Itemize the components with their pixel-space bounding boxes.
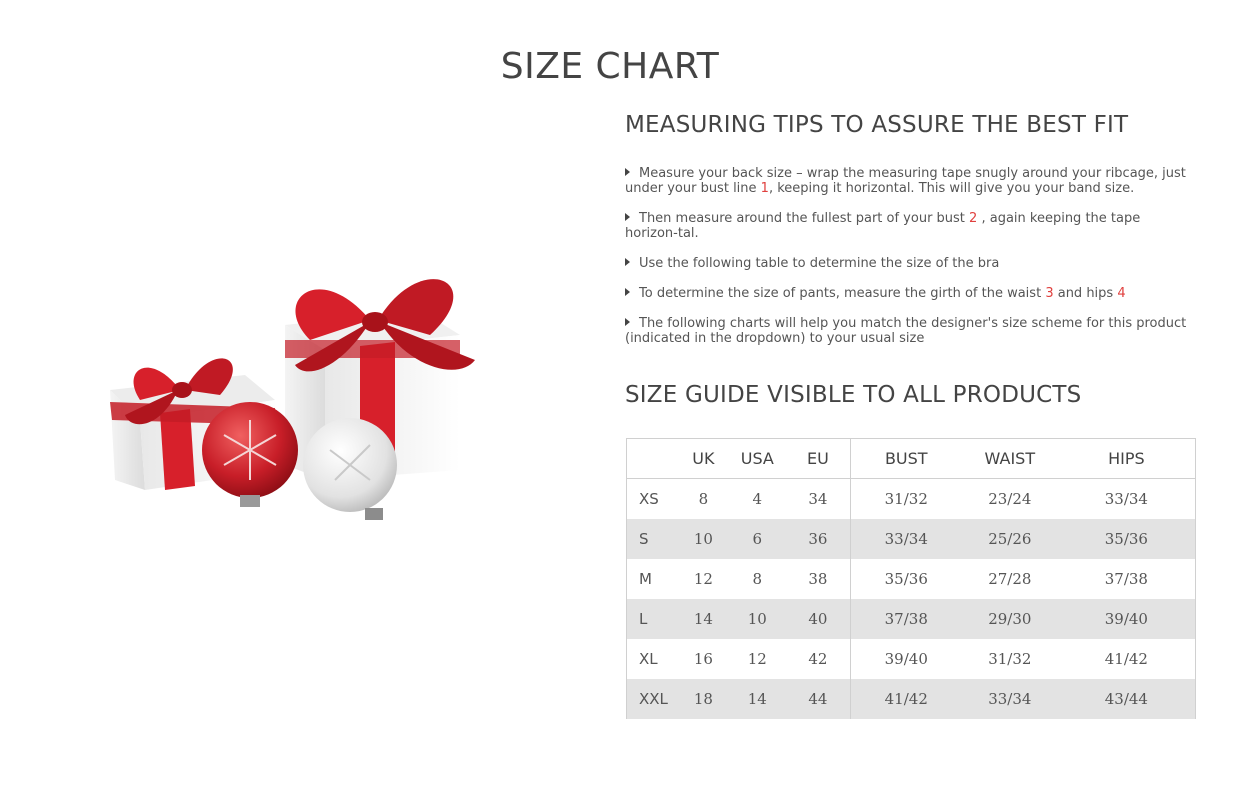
waist-cell: 23/24 xyxy=(988,490,1032,508)
bullet-arrow-icon xyxy=(625,168,630,176)
tip-item: Use the following table to determine the… xyxy=(625,256,1195,271)
usa-cell: 10 xyxy=(728,599,787,639)
size-cell: XXL xyxy=(626,679,679,719)
uk-cell: 12 xyxy=(693,570,713,588)
size-guide-heading: SIZE GUIDE VISIBLE TO ALL PRODUCTS xyxy=(625,382,1082,408)
uk-cell: 8 xyxy=(698,490,709,508)
size-info-column: MEASURING TIPS TO ASSURE THE BEST FIT Me… xyxy=(625,112,1196,719)
usa-cell: 12 xyxy=(747,650,767,668)
bullet-arrow-icon xyxy=(625,288,630,296)
tips-list: Measure your back size – wrap the measur… xyxy=(625,166,1195,346)
tip-item: To determine the size of pants, measure … xyxy=(625,286,1195,301)
uk-cell: 14 xyxy=(678,599,729,639)
bust-cell: 31/32 xyxy=(884,490,928,508)
table-row: XL 16 12 42 39/40 31/32 41/42 xyxy=(627,639,1196,679)
header-cell xyxy=(626,438,679,479)
bust-cell: 39/40 xyxy=(884,650,928,668)
uk-cell: 18 xyxy=(678,679,729,719)
bust-cell: 41/42 xyxy=(850,679,962,719)
header-cell: HIPS xyxy=(1057,438,1196,479)
size-cell: S xyxy=(626,519,679,559)
hips-cell: 43/44 xyxy=(1057,679,1196,719)
measure-number: 1 xyxy=(760,181,769,196)
uk-cell: 16 xyxy=(693,650,713,668)
bust-cell: 33/34 xyxy=(850,519,962,559)
table-row: XXL 18 14 44 41/42 33/34 43/44 xyxy=(626,679,1196,719)
hips-cell: 41/42 xyxy=(1104,650,1148,668)
size-cell: L xyxy=(626,599,679,639)
header-cell: EU xyxy=(786,438,851,479)
bust-cell: 35/36 xyxy=(884,570,928,588)
usa-cell: 4 xyxy=(752,490,763,508)
hips-cell: 39/40 xyxy=(1057,599,1196,639)
size-cell: XL xyxy=(639,650,658,668)
waist-cell: 33/34 xyxy=(961,679,1058,719)
hips-cell: 37/38 xyxy=(1104,570,1148,588)
hips-cell: 33/34 xyxy=(1104,490,1148,508)
table-row: L 14 10 40 37/38 29/30 39/40 xyxy=(626,599,1196,639)
header-cell: USA xyxy=(728,438,787,479)
eu-cell: 44 xyxy=(786,679,851,719)
bullet-arrow-icon xyxy=(625,258,630,266)
gift-boxes-image xyxy=(110,279,475,520)
usa-cell: 14 xyxy=(728,679,787,719)
measure-number: 4 xyxy=(1117,286,1126,301)
header-cell: WAIST xyxy=(961,438,1058,479)
waist-cell: 27/28 xyxy=(988,570,1032,588)
header-cell: UK xyxy=(678,438,729,479)
eu-cell: 34 xyxy=(786,478,851,519)
table-row: XS 8 4 34 31/32 23/24 33/34 xyxy=(627,478,1196,519)
bust-cell: 37/38 xyxy=(850,599,962,639)
usa-cell: 8 xyxy=(752,570,763,588)
size-cell: XS xyxy=(639,490,659,508)
eu-cell: 42 xyxy=(786,639,851,679)
header-cell: BUST xyxy=(850,438,962,479)
bullet-arrow-icon xyxy=(625,318,630,326)
waist-cell: 25/26 xyxy=(961,519,1058,559)
usa-cell: 6 xyxy=(728,519,787,559)
size-cell: M xyxy=(639,570,652,588)
tip-item: Measure your back size – wrap the measur… xyxy=(625,166,1186,196)
measure-number: 3 xyxy=(1045,286,1054,301)
eu-cell: 38 xyxy=(786,559,851,599)
page-title: SIZE CHART xyxy=(500,46,720,87)
uk-cell: 10 xyxy=(678,519,729,559)
eu-cell: 36 xyxy=(786,519,851,559)
eu-cell: 40 xyxy=(786,599,851,639)
tips-heading: MEASURING TIPS TO ASSURE THE BEST FIT xyxy=(625,112,1129,138)
tip-item: Then measure around the fullest part of … xyxy=(625,211,1141,241)
table-row: M 12 8 38 35/36 27/28 37/38 xyxy=(627,559,1196,599)
table-header-row: UK USA EU BUST WAIST HIPS xyxy=(626,438,1196,479)
waist-cell: 29/30 xyxy=(961,599,1058,639)
table-row: S 10 6 36 33/34 25/26 35/36 xyxy=(626,519,1196,559)
bullet-arrow-icon xyxy=(625,213,630,221)
size-table: UK USA EU BUST WAIST HIPS XS 8 4 34 31/3… xyxy=(626,438,1196,719)
waist-cell: 31/32 xyxy=(988,650,1032,668)
tip-item: The following charts will help you match… xyxy=(625,316,1187,346)
hips-cell: 35/36 xyxy=(1057,519,1196,559)
